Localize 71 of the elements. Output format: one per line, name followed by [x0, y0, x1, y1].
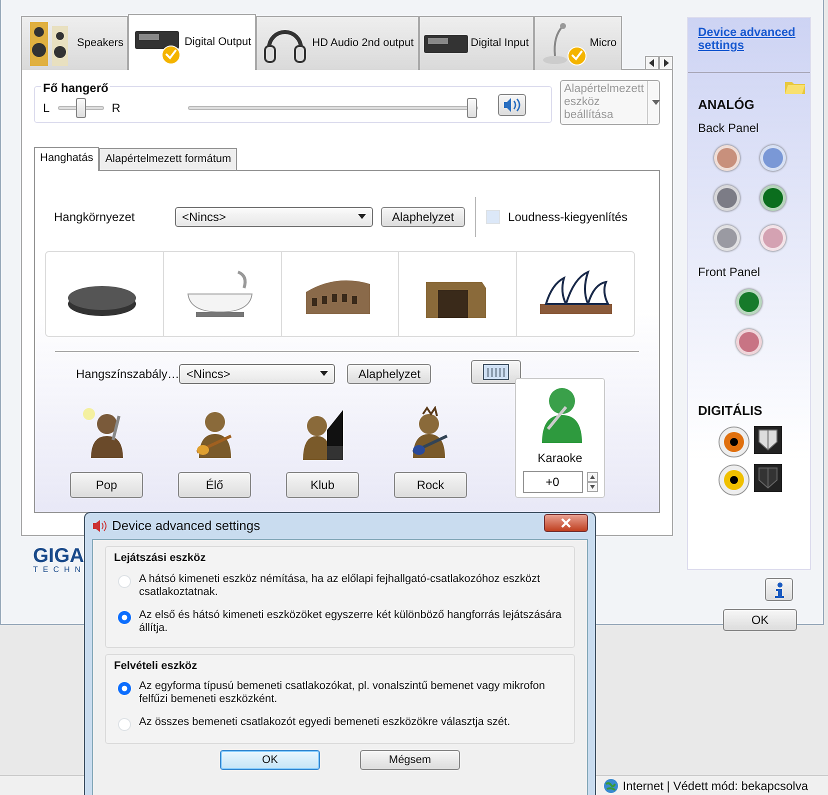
dialog-title: Device advanced settings — [112, 517, 260, 536]
balance-slider-thumb[interactable] — [76, 98, 86, 118]
preset-button[interactable]: Klub — [286, 472, 359, 498]
section-title: DIGITÁLIS — [697, 402, 762, 420]
panel-title: Back Panel — [697, 120, 759, 136]
device-tab[interactable]: HD Audio 2nd output — [256, 16, 419, 70]
equalizer-dropdown[interactable]: <Nincs> — [179, 364, 336, 384]
device-tab[interactable]: Digital Output — [128, 14, 256, 70]
balance-label: L — [43, 100, 50, 117]
audio-device-icon — [424, 34, 468, 52]
dialog-button[interactable]: OK — [220, 750, 320, 770]
volume-slider-thumb[interactable] — [466, 98, 477, 118]
brand-logo-text: GIGA — [33, 546, 84, 566]
device-tab[interactable]: Digital Input — [418, 16, 534, 70]
dialog-button[interactable]: Mégsem — [360, 750, 460, 770]
environment-label: Hangkörnyezet — [53, 208, 136, 226]
rca-port-icon[interactable] — [718, 464, 750, 496]
optical-port-icon[interactable] — [754, 426, 782, 454]
info-icon — [772, 582, 786, 598]
ok-button[interactable]: OK — [723, 608, 797, 631]
environment-dropdown[interactable]: <Nincs> — [175, 206, 373, 226]
close-icon — [561, 518, 571, 528]
device-tab[interactable]: Micro — [534, 16, 622, 70]
preset-button[interactable]: Pop — [70, 472, 143, 498]
group-title: Lejátszási eszköz — [114, 551, 206, 566]
karaoke-label: Karaoke — [538, 450, 582, 468]
karaoke-value-field[interactable]: +0 — [522, 471, 582, 494]
effect-tab[interactable]: Alapértelmezett formátum — [99, 148, 238, 170]
caret-icon — [358, 214, 366, 219]
preset-button[interactable]: Élő — [178, 472, 251, 498]
security-zone-text: Internet | Védett mód: bekapcsolva — [622, 778, 808, 794]
equalizer-label: Hangszínszabály… — [76, 366, 180, 383]
audio-jack[interactable] — [736, 288, 762, 314]
preset-button[interactable]: Rock — [394, 472, 467, 498]
option-label: Az egyforma típusú bemeneti csatlakozókat, pl. vonalszintű bemenet vagy mikrofon felfűzi bemeneti eszközként. — [139, 680, 546, 706]
equalizer-icon — [483, 364, 510, 380]
scroll-left-icon[interactable] — [645, 56, 659, 70]
caret-icon — [652, 100, 660, 105]
panel-title: Front Panel — [697, 264, 760, 280]
option-label: A hátsó kimeneti eszköz némítása, ha az előlapi fejhallgató-csatlakozóhoz eszközt csatlakoztatnak. — [139, 572, 542, 598]
audio-jack[interactable] — [736, 328, 762, 354]
default-device-dropdown: Alapértelmezett eszköz beállítása — [560, 80, 660, 125]
option-label: Az összes bemeneti csatlakozót egyedi bemeneti eszközökre választja szét. — [139, 716, 510, 729]
spin-up-icon[interactable] — [586, 472, 598, 482]
device-tab[interactable]: Speakers — [21, 16, 128, 70]
caret-icon — [320, 371, 328, 376]
advanced-settings-link[interactable]: Device advanced settings — [688, 18, 810, 73]
rca-port-icon[interactable] — [718, 426, 750, 458]
speaker-icon — [92, 519, 108, 533]
reset-button[interactable]: Alaphelyzet — [381, 206, 466, 226]
option-label: Az első és hátsó kimeneti eszközöket egyszerre két különböző hangforrás lejátszására állítja. — [139, 608, 562, 634]
mute-button[interactable] — [498, 94, 526, 116]
equalizer-button[interactable] — [471, 360, 522, 384]
section-title: ANALÓG — [697, 96, 754, 114]
scroll-right-icon[interactable] — [659, 56, 673, 70]
audio-jack[interactable] — [760, 184, 786, 210]
info-button[interactable] — [765, 578, 793, 601]
spin-down-icon[interactable] — [586, 482, 598, 492]
speaker-icon — [503, 97, 522, 114]
reset-button[interactable]: Alaphelyzet — [347, 364, 432, 384]
radio-button[interactable] — [118, 682, 131, 695]
group-title: Felvételi eszköz — [114, 658, 198, 674]
effect-tab[interactable]: Hanghatás — [34, 147, 100, 170]
globe-icon — [602, 778, 619, 794]
radio-button[interactable] — [118, 610, 131, 624]
audio-jack[interactable] — [714, 184, 740, 210]
loudness-checkbox[interactable] — [486, 210, 500, 224]
close-button[interactable] — [544, 514, 588, 532]
brand-subtitle: TECHN — [33, 566, 86, 574]
loudness-label: Loudness-kiegyenlítés — [508, 208, 628, 226]
balance-label: R — [112, 100, 120, 117]
